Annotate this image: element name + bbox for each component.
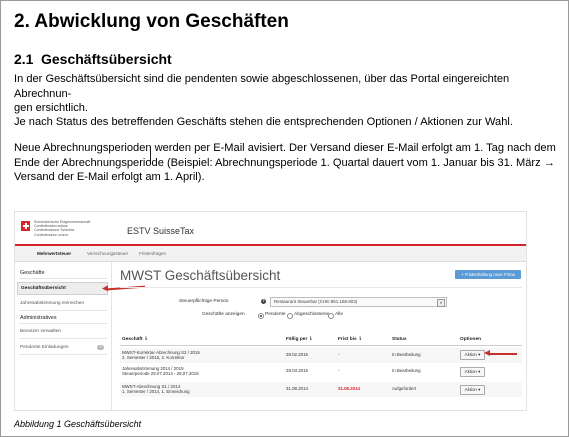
embedded-screenshot: Schweizerische Eidgenossenschaft Confédé… bbox=[14, 211, 527, 411]
row-deadline: 31.08.2014 bbox=[338, 386, 360, 391]
column-header-status: Status bbox=[392, 337, 407, 342]
column-header-frist[interactable]: Frist bis ⇂ bbox=[338, 337, 362, 342]
confederation-text: Schweizerische Eidgenossenschaft Confédé… bbox=[34, 220, 90, 237]
paragraph-3-line-2: Ende der Abrechnungsperiode (Beispiel: A… bbox=[14, 156, 555, 169]
taxpayer-select[interactable]: Restaurant Steuerbar (CHE-851.188.803) ▾ bbox=[270, 297, 447, 307]
tab-mehrwertsteuer[interactable]: Mehrwertsteuer bbox=[37, 246, 71, 261]
paragraph-1-line-1: In der Geschäftsübersicht sind die pende… bbox=[14, 73, 510, 100]
sidebar-divider bbox=[19, 338, 107, 339]
radio-alle-label: Alle bbox=[335, 312, 343, 317]
show-businesses-label: Geschäfte anzeigen bbox=[202, 312, 245, 317]
heading-1: 2. Abwicklung von Geschäften bbox=[14, 11, 289, 32]
paragraph-1: In der Geschäftsübersicht sind die pende… bbox=[14, 72, 559, 116]
action-dropdown-button[interactable]: Aktion ▾ bbox=[460, 367, 485, 377]
tab-verrechnungssteuer[interactable]: Verrechnungssteuer bbox=[87, 246, 128, 261]
annotation-arrow-action bbox=[484, 350, 517, 356]
chevron-down-icon: ▾ bbox=[437, 299, 445, 307]
sidebar: Geschäfte Geschäftsübersicht Jahresabsti… bbox=[15, 262, 112, 410]
app-title: ESTV SuisseTax bbox=[127, 226, 195, 236]
swiss-flag-icon bbox=[21, 221, 30, 231]
action-dropdown-button[interactable]: Aktion ▾ bbox=[460, 350, 485, 360]
paragraph-3: Neue Abrechnungsperioden werden per E-Ma… bbox=[14, 141, 559, 185]
radio-pendente[interactable] bbox=[258, 313, 264, 319]
sidebar-item-jahresabstimmung[interactable]: Jahresabstimmung einreichen bbox=[20, 301, 84, 306]
sidebar-section-administratives: Administratives bbox=[20, 315, 57, 321]
row-subtitle: 1. Semester / 2014, 1. Einreichung bbox=[122, 389, 190, 394]
taxpayer-select-value: Restaurant Steuerbar (CHE-851.188.803) bbox=[274, 299, 358, 304]
help-icon[interactable]: ? bbox=[261, 299, 266, 304]
row-deadline: - bbox=[338, 368, 340, 373]
section-title: Geschäftsübersicht bbox=[41, 51, 172, 67]
document-page: 2. Abwicklung von Geschäften 2.1 Geschäft… bbox=[0, 0, 569, 437]
tab-fristenfragen[interactable]: Fristenfragen bbox=[139, 246, 166, 261]
row-due-date: 28.02.2016 bbox=[286, 352, 308, 357]
radio-abgeschlossene[interactable] bbox=[287, 313, 293, 319]
app-header: Schweizerische Eidgenossenschaft Confédé… bbox=[15, 212, 526, 246]
row-due-date: 31.08.2014 bbox=[286, 386, 308, 391]
taxpayer-label: Steuerpflichtige Person bbox=[179, 299, 229, 304]
radio-alle[interactable] bbox=[328, 313, 334, 319]
sidebar-divider bbox=[19, 354, 107, 355]
column-header-optionen: Optionen bbox=[460, 337, 482, 342]
paragraph-3-line-3: Versand der E-Mail erfolgt am 1. April). bbox=[14, 171, 205, 183]
text-cursor bbox=[150, 146, 151, 162]
sidebar-item-benutzer[interactable]: Benutzer verwalten bbox=[20, 329, 61, 334]
new-deadline-button[interactable]: + Fristenhaltung neue Frima bbox=[455, 270, 521, 279]
figure-caption: Abbildung 1 Geschäftsübersicht bbox=[14, 419, 142, 429]
row-deadline: - bbox=[338, 352, 340, 357]
row-subtitle: 2. Semester / 2015, 2. Korrektur bbox=[122, 355, 185, 360]
confederation-line: Confederaziun svizra bbox=[34, 232, 68, 237]
sidebar-item-geschaeftsuebersicht[interactable]: Geschäftsübersicht bbox=[17, 282, 108, 295]
column-header-geschaeft[interactable]: Geschäft ⇂ bbox=[122, 337, 148, 342]
radio-pendente-label: Pendente bbox=[265, 312, 286, 317]
paragraph-1-line-2: gen ersichtlich. bbox=[14, 102, 88, 114]
section-heading: 2.1 Geschäftsübersicht bbox=[14, 51, 172, 67]
action-dropdown-button[interactable]: Aktion ▾ bbox=[460, 385, 485, 395]
nav-bar: Mehrwertsteuer Verrechnungssteuer Friste… bbox=[15, 246, 526, 262]
row-status: In Bearbeitung bbox=[392, 352, 421, 357]
row-status: Aufgefordert bbox=[392, 386, 417, 391]
sidebar-divider bbox=[19, 323, 107, 324]
title-divider bbox=[120, 287, 522, 288]
paragraph-2: Je nach Status des betreffenden Geschäft… bbox=[14, 116, 513, 128]
section-number: 2.1 bbox=[14, 51, 34, 67]
row-due-date: 28.03.2016 bbox=[286, 368, 308, 373]
table-header-divider bbox=[120, 345, 522, 346]
sidebar-divider bbox=[19, 278, 107, 279]
radio-abgeschlossene-label: Abgeschlossene bbox=[294, 312, 330, 317]
page-title: MWST Geschäftsübersicht bbox=[120, 268, 281, 283]
count-badge: 0 bbox=[97, 345, 104, 350]
column-header-faellig[interactable]: Fällig per ⇂ bbox=[286, 337, 313, 342]
row-subtitle: Steuerperiode 29.07.2014 - 28.07.2015 bbox=[122, 371, 199, 376]
sidebar-section-geschaefte: Geschäfte bbox=[20, 270, 45, 276]
paragraph-3-line-1: Neue Abrechnungsperioden werden per E-Ma… bbox=[14, 142, 556, 154]
sidebar-divider bbox=[19, 310, 107, 311]
row-status: In Bearbeitung bbox=[392, 368, 421, 373]
sidebar-item-einladungen[interactable]: Pendente Einladungen bbox=[20, 345, 69, 350]
